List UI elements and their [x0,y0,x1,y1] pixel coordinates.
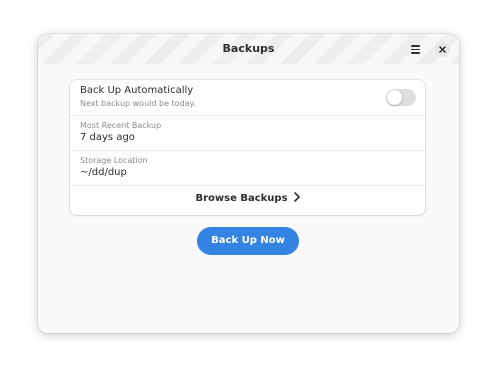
close-icon [439,46,446,53]
settings-card: Back Up Automatically Next backup would … [70,80,425,215]
auto-backup-row: Back Up Automatically Next backup would … [70,80,425,116]
switch-knob [387,90,402,105]
window-title: Backups [222,42,275,55]
recent-backup-value: 7 days ago [80,132,135,143]
browse-backups-row[interactable]: Browse Backups [70,185,425,215]
auto-backup-subtitle: Next backup would be today. [80,99,196,108]
storage-location-row: Storage Location ~/dd/dup [70,150,425,186]
storage-location-label: Storage Location [80,156,148,165]
recent-backup-row: Most Recent Backup 7 days ago [70,115,425,151]
auto-backup-title: Back Up Automatically [80,85,194,96]
back-up-now-button[interactable]: Back Up Now [197,227,299,255]
auto-backup-switch[interactable] [386,89,416,106]
storage-location-value: ~/dd/dup [80,167,127,178]
main-menu-button[interactable] [408,42,422,56]
close-button[interactable] [435,42,450,57]
backups-window: Backups Back Up Automatically Next backu… [38,34,459,333]
header-bar: Backups [38,34,459,64]
browse-backups-label: Browse Backups [195,193,288,204]
recent-backup-label: Most Recent Backup [80,121,162,130]
chevron-right-icon [293,192,300,202]
